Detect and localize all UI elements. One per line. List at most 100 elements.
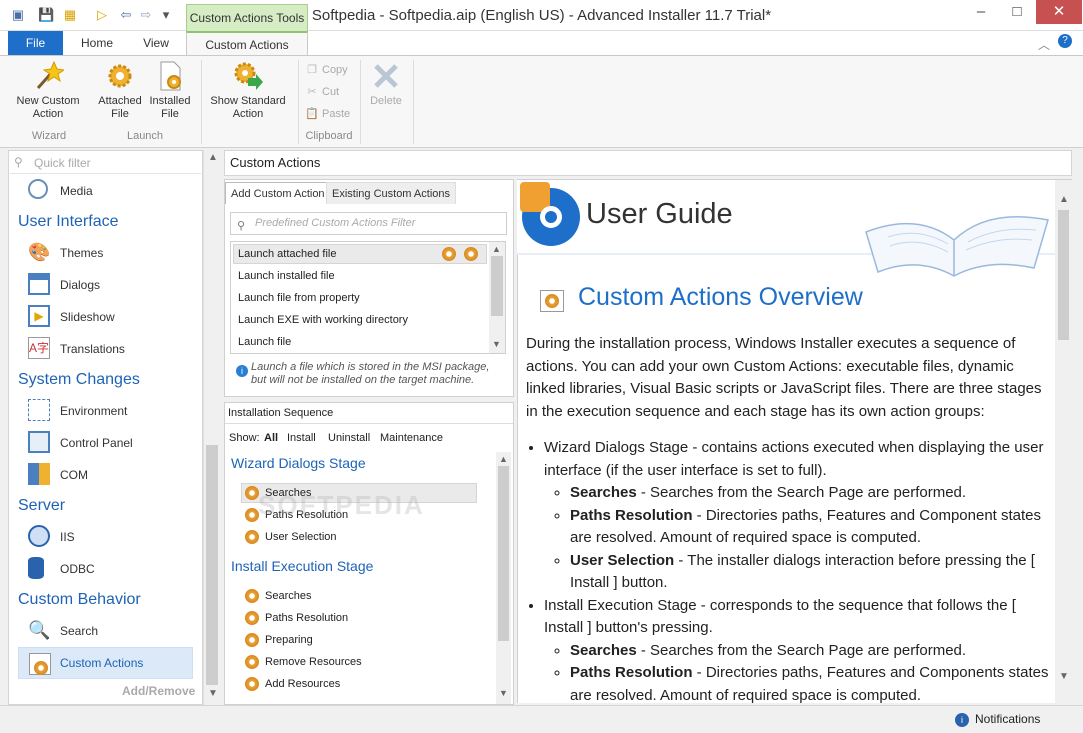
sequence-item[interactable]: Searches <box>245 586 311 606</box>
cut-label: Cut <box>322 86 340 98</box>
sidebar-item-dialogs[interactable]: Dialogs <box>28 273 188 297</box>
add-gear-icon[interactable] <box>442 247 456 261</box>
sidebar-item-control-panel[interactable]: Control Panel <box>28 431 188 455</box>
sequence-item[interactable]: Paths Resolution <box>245 608 348 628</box>
tab-custom-actions[interactable]: Custom Actions <box>186 31 308 55</box>
list-item[interactable]: Launch EXE with working directory <box>238 310 408 330</box>
stage-wizard-dialogs[interactable]: Wizard Dialogs Stage <box>231 455 366 471</box>
cut-button[interactable]: ✂ Cut <box>305 82 339 102</box>
sidebar-item-search[interactable]: 🔍 Search <box>28 619 188 643</box>
add-sequence-gear-icon[interactable] <box>464 247 478 261</box>
filter-all[interactable]: All <box>264 432 278 444</box>
minimize-button[interactable]: – <box>963 0 999 24</box>
scroll-down-icon[interactable]: ▼ <box>492 339 501 349</box>
sequence-item[interactable]: Add Resources <box>245 674 340 694</box>
list-item[interactable]: Launch file <box>238 332 291 352</box>
scroll-up-icon[interactable]: ▲ <box>208 152 218 163</box>
new-custom-action-label: New Custom Action <box>16 95 80 120</box>
section-server: Server <box>18 497 66 514</box>
gear-icon <box>245 589 259 604</box>
sequence-item[interactable]: User Selection <box>245 527 337 547</box>
gear-icon <box>104 60 136 92</box>
guide-scrollbar[interactable]: ▲ ▼ <box>1055 180 1072 705</box>
scroll-up-icon[interactable]: ▲ <box>1059 194 1069 205</box>
scroll-down-icon[interactable]: ▼ <box>1059 671 1069 682</box>
tab-view[interactable]: View <box>130 31 182 55</box>
sidebar-item-iis[interactable]: IIS <box>28 525 188 549</box>
sequence-item[interactable]: Preparing <box>245 630 313 650</box>
sub-bullet: Searches - Searches from the Search Page… <box>570 640 1051 663</box>
sidebar-item-slideshow[interactable]: ▶ Slideshow <box>28 305 188 329</box>
search-icon: ⚲ <box>237 220 246 232</box>
filter-install[interactable]: Install <box>287 432 316 444</box>
sequence-item[interactable]: Remove Resources <box>245 652 362 672</box>
sub-bullet: Paths Resolution - Directories paths, Fe… <box>570 662 1051 707</box>
user-guide-logo-icon <box>520 182 580 246</box>
list-item[interactable]: Launch attached file <box>238 244 336 264</box>
guide-body: During the installation process, Windows… <box>526 333 1051 707</box>
gear-icon <box>245 655 259 670</box>
add-remove-link[interactable]: Add/Remove <box>122 684 195 698</box>
help-icon[interactable]: ? <box>1058 34 1072 48</box>
scrollbar-thumb[interactable] <box>1058 210 1069 340</box>
sub-list: Searches - Searches from the Search Page… <box>570 640 1051 708</box>
sidebar-item-environment[interactable]: Environment <box>28 399 188 423</box>
sidebar-scrollbar[interactable]: ▲ ▼ <box>203 150 220 705</box>
ribbon-separator <box>360 60 361 144</box>
tab-file[interactable]: File <box>8 31 63 55</box>
open-book-icon <box>865 215 1049 277</box>
notifications-button[interactable]: i Notifications <box>955 709 1040 729</box>
sidebar-item-media[interactable]: Media <box>28 179 188 203</box>
maximize-button[interactable]: □ <box>999 0 1035 24</box>
magic-wand-icon <box>32 60 66 92</box>
gear-icon <box>245 611 259 626</box>
installed-file-button[interactable]: Installed File <box>144 60 196 121</box>
close-button[interactable]: ✕ <box>1036 0 1082 24</box>
term: User Selection <box>570 551 675 569</box>
tab-home[interactable]: Home <box>70 31 124 55</box>
tab-existing-custom-actions[interactable]: Existing Custom Actions <box>326 182 456 204</box>
scroll-up-icon[interactable]: ▲ <box>492 244 501 254</box>
list-scrollbar[interactable]: ▲ ▼ <box>489 242 505 353</box>
control-panel-icon <box>28 431 50 453</box>
scroll-down-icon[interactable]: ▼ <box>499 688 508 698</box>
environment-icon <box>28 399 50 421</box>
filter-maintenance[interactable]: Maintenance <box>380 432 443 444</box>
scrollbar-thumb[interactable] <box>491 256 503 316</box>
delete-button[interactable]: Delete <box>366 60 406 108</box>
attached-file-button[interactable]: Attached File <box>94 60 146 121</box>
sidebar-item-translations[interactable]: A字 Translations <box>28 337 188 361</box>
sidebar-item-themes[interactable]: 🎨 Themes <box>28 241 188 265</box>
sidebar-item-com[interactable]: COM <box>28 463 188 487</box>
sidebar-item-odbc[interactable]: ODBC <box>28 557 188 581</box>
scroll-up-icon[interactable]: ▲ <box>499 454 508 464</box>
sidebar-item-custom-actions[interactable]: Custom Actions <box>18 647 193 679</box>
sidebar-item-label: Control Panel <box>60 436 133 450</box>
new-custom-action-button[interactable]: New Custom Action <box>12 60 84 121</box>
collapse-ribbon-icon[interactable]: ︿ <box>1038 36 1050 53</box>
bullet-text: Install Execution Stage - corresponds to… <box>544 596 1016 637</box>
section-user-interface: User Interface <box>18 213 119 230</box>
stage-bullet: Wizard Dialogs Stage - contains actions … <box>544 437 1051 595</box>
filter-uninstall[interactable]: Uninstall <box>328 432 370 444</box>
copy-button[interactable]: ❐ Copy <box>305 60 348 80</box>
list-item[interactable]: Launch file from property <box>238 288 360 308</box>
group-launch: Launch <box>126 130 164 142</box>
scrollbar-thumb[interactable] <box>498 466 509 641</box>
show-label: Show: <box>229 432 260 444</box>
attached-file-label: Attached File <box>98 95 142 120</box>
sidebar-item-label: Environment <box>60 404 128 418</box>
sub-list: Searches - Searches from the Search Page… <box>570 482 1051 595</box>
quick-filter-field[interactable]: ⚲ Quick filter <box>10 152 201 174</box>
stage-install-execution[interactable]: Install Execution Stage <box>231 558 373 574</box>
list-item[interactable]: Launch installed file <box>238 266 335 286</box>
sequence-scrollbar[interactable]: ▲ ▼ <box>496 452 511 704</box>
delete-label: Delete <box>370 95 402 107</box>
scroll-down-icon[interactable]: ▼ <box>208 688 218 699</box>
tab-add-custom-action[interactable]: Add Custom Action <box>225 182 331 204</box>
paste-button[interactable]: 📋 Paste <box>305 104 350 124</box>
section-custom-behavior: Custom Behavior <box>18 591 141 608</box>
predefined-filter-input[interactable]: ⚲ Predefined Custom Actions Filter <box>230 212 507 235</box>
show-standard-action-button[interactable]: Show Standard Action <box>205 60 291 121</box>
scrollbar-thumb[interactable] <box>206 445 218 685</box>
